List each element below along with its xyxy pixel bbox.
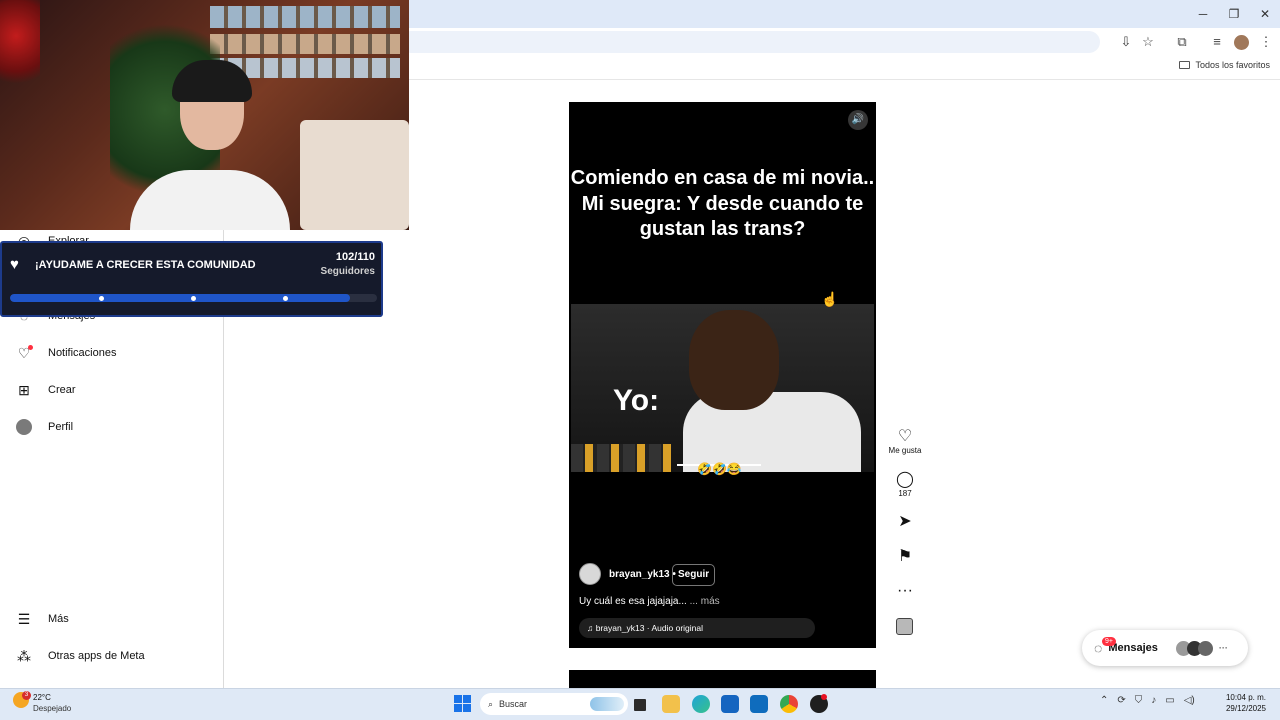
audio-thumbnail[interactable] [896,618,913,635]
reel-clip: Yo: [571,304,874,472]
clip-emojis: 🤣🤣😂 [697,462,742,476]
sidebar-item-mas[interactable]: ☰ Más [16,608,69,630]
ellipsis-icon: ··· [897,582,913,599]
clock[interactable]: 10:04 p. m. 29/12/2025 [1226,692,1266,714]
taskbar-search[interactable]: ⌕ Buscar [480,693,628,715]
follow-button[interactable]: Seguir [672,564,716,586]
restore-button[interactable]: ❐ [1219,4,1249,24]
author-username[interactable]: brayan_yk13 • [609,569,676,580]
sidebar-item-label: Perfil [48,421,74,433]
goal-title: ¡AYUDAME A CRECER ESTA COMUNIDAD [35,259,256,271]
sync-icon[interactable]: ⟳ [1117,695,1125,706]
goal-count: 102/110 [335,251,375,263]
extensions-icon[interactable]: ⧉ [1173,33,1191,51]
messages-badge: 9+ [1102,637,1116,646]
goal-unit: Seguidores [320,266,375,277]
reel-caption: Uy cuál es esa jajajaja... ... más [579,596,720,607]
handshake-icon: ♥ [10,256,19,273]
audio-label: brayan_yk13 · Audio original [595,623,704,633]
share-button[interactable]: ➤ [888,513,922,531]
sidebar-item-perfil[interactable]: Perfil [16,416,73,438]
sidebar-item-label: Más [48,613,69,625]
sidebar-item-notificaciones[interactable]: ♡ Notificaciones [16,342,117,364]
system-tray: ⌃ ⟳ ⛉ ♪ ▭ ◁) [1100,695,1195,706]
bookmark-icon: ⚑ [897,548,913,565]
messenger-icon: ◌ [1094,640,1103,656]
more-options-button[interactable]: ··· [888,582,922,600]
windows-start-icon[interactable] [454,695,471,712]
sidebar-item-label: Otras apps de Meta [48,650,145,662]
kebab-menu-icon[interactable]: ⋮ [1257,33,1275,51]
bookmark-star-icon[interactable]: ☆ [1139,33,1157,51]
send-icon: ➤ [898,513,912,530]
search-icon: ⌕ [488,698,494,709]
sidebar-item-label: Crear [48,384,76,396]
plus-square-icon: ⊞ [18,381,30,398]
clock-date: 29/12/2025 [1225,704,1266,713]
webcam-overlay [0,0,409,230]
chrome-icon[interactable] [780,695,798,713]
man-head [689,310,779,410]
like-label: Me gusta [888,446,922,455]
meta-apps-icon: ⁂ [17,647,31,664]
chevron-up-icon[interactable]: ⌃ [1100,695,1108,706]
microphone-icon[interactable]: ♪ [1151,695,1156,706]
hand-cursor-icon: ☝ [821,291,839,307]
all-bookmarks-button[interactable]: Todos los favoritos [1179,60,1270,70]
sidebar-item-crear[interactable]: ⊞ Crear [16,379,76,401]
weather-badge: 3 [22,691,31,700]
ellipsis-icon: ··· [1218,643,1228,653]
install-app-icon[interactable]: ⇩ [1117,33,1135,51]
sound-icon[interactable]: 🔊 [848,110,868,130]
close-window-button[interactable]: ✕ [1250,4,1280,24]
goal-marker [283,296,288,301]
temperature: 22°C [33,693,51,702]
store-icon[interactable] [721,695,739,713]
avatar-icon [16,419,32,435]
goal-marker [191,296,196,301]
network-icon[interactable]: ▭ [1165,695,1174,706]
reel-overlay-text: Comiendo en casa de mi novia.. Mi suegra… [570,167,875,240]
file-explorer-icon[interactable] [662,695,680,713]
menu-icon: ☰ [17,610,31,627]
like-button[interactable]: ♡ Me gusta [888,428,922,455]
edge-icon[interactable] [692,695,710,713]
comment-button[interactable]: ◯ 187 [888,471,922,498]
heart-icon: ♡ [897,428,913,445]
goal-progress-fill [10,294,351,302]
caption-more-link[interactable]: ... más [690,596,720,607]
comments-count: 187 [898,489,912,498]
author-avatar[interactable] [579,563,601,585]
weather-condition: Despejado [33,704,72,713]
messages-pill[interactable]: ◌ Mensajes ··· [1082,630,1248,666]
folder-icon [1179,61,1191,69]
profile-avatar[interactable] [1234,35,1249,50]
shield-icon[interactable]: ⛉ [1135,695,1143,706]
outlook-icon[interactable] [750,695,768,713]
sidebar-item-otras-apps[interactable]: ⁂ Otras apps de Meta [16,645,145,667]
reel-video[interactable]: 🔊 Comiendo en casa de mi novia.. Mi sueg… [569,102,876,648]
clock-time: 10:04 p. m. [1225,693,1266,702]
save-button[interactable]: ⚑ [888,548,922,566]
clip-text: Yo: [613,384,660,417]
audio-pill[interactable]: ♫ brayan_yk13 · Audio original [579,618,815,638]
sidebar-item-label: Notificaciones [48,347,117,359]
comment-icon: ◯ [896,471,914,488]
goal-marker [99,296,104,301]
volume-icon[interactable]: ◁) [1184,695,1195,706]
minimize-button[interactable]: ─ [1188,4,1218,24]
notification-dot [821,694,827,700]
next-reel-preview[interactable] [569,670,876,688]
search-placeholder: Buscar [499,699,528,709]
task-view-icon[interactable] [634,699,646,711]
follower-goal-widget: ♥ ¡AYUDAME A CRECER ESTA COMUNIDAD 102/1… [0,241,383,317]
media-controls-icon[interactable]: ≡ [1208,33,1226,51]
heart-icon: ♡ [16,345,33,361]
caption-text: Uy cuál es esa jajajaja... [579,596,687,607]
messages-label: Mensajes [1108,642,1158,654]
address-bar[interactable] [400,31,1100,53]
all-bookmarks-label: Todos los favoritos [1195,60,1270,70]
